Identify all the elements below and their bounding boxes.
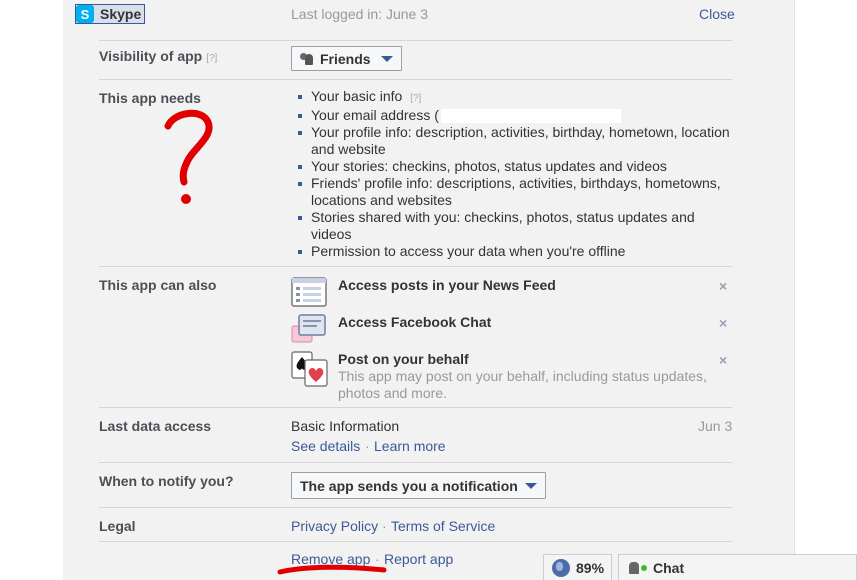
notify-label: When to notify you? <box>99 473 234 489</box>
visibility-label: Visibility of app [?] <box>99 48 218 64</box>
list-item: Your email address ( <box>295 107 735 124</box>
chat-label: Chat <box>653 559 685 576</box>
visibility-dropdown[interactable]: Friends <box>291 46 402 71</box>
see-details-link[interactable]: See details <box>291 438 360 454</box>
link-separator: · <box>365 438 370 454</box>
divider <box>99 407 732 408</box>
person-icon <box>629 561 639 574</box>
skype-icon: S <box>76 5 94 23</box>
divider <box>99 40 732 41</box>
chevron-down-icon <box>380 55 393 62</box>
report-app-link[interactable]: Report app <box>384 551 453 567</box>
annotation-underline <box>277 564 387 575</box>
visibility-value: Friends <box>320 50 371 67</box>
learn-more-link[interactable]: Learn more <box>374 438 446 454</box>
panel-divider <box>794 0 795 580</box>
last-data-access-date: Jun 3 <box>698 418 733 434</box>
percent-text: 89% <box>576 559 605 576</box>
app-can-also-label: This app can also <box>99 277 217 293</box>
list-item: Your stories: checkins, photos, status u… <box>295 158 735 175</box>
online-status-icon <box>641 564 647 571</box>
list-item: Friends' profile info: descriptions, act… <box>295 175 735 209</box>
permission-title: Post on your behalf <box>338 351 469 367</box>
terms-of-service-link[interactable]: Terms of Service <box>391 518 495 534</box>
annotation-question-mark <box>164 109 213 204</box>
privacy-policy-link[interactable]: Privacy Policy <box>291 518 378 534</box>
chevron-down-icon <box>524 482 537 489</box>
remove-permission-icon[interactable]: × <box>719 315 727 331</box>
remove-permission-icon[interactable]: × <box>719 278 727 294</box>
list-item: Permission to access your data when you'… <box>295 243 735 260</box>
visibility-help[interactable]: [?] <box>206 53 217 64</box>
playing-cards-icon <box>291 351 328 387</box>
chat-tab[interactable]: Chat <box>618 554 857 580</box>
permission-title: Access Facebook Chat <box>338 314 492 330</box>
notify-dropdown[interactable]: The app sends you a notification <box>291 472 546 499</box>
basic-info-help[interactable]: [?] <box>410 93 421 104</box>
permission-news-feed: Access posts in your News Feed × <box>291 277 741 309</box>
permission-title: Access posts in your News Feed <box>338 277 556 293</box>
permission-chat: Access Facebook Chat × <box>291 314 741 348</box>
close-link[interactable]: Close <box>699 6 735 22</box>
last-login-text: Last logged in: June 3 <box>291 6 428 22</box>
last-data-access-value: Basic Information <box>291 418 400 434</box>
list-item: Your profile info: description, activiti… <box>295 124 735 158</box>
list-item: Stories shared with you: checkins, photo… <box>295 209 735 243</box>
permissions-list: Your basic info [?] Your email address (… <box>295 88 735 260</box>
notify-value: The app sends you a notification <box>300 477 518 494</box>
app-name: Skype <box>100 6 142 22</box>
news-feed-icon <box>291 277 327 307</box>
divider <box>99 266 732 267</box>
permission-post: Post on your behalf This app may post on… <box>291 351 741 401</box>
last-data-access-label: Last data access <box>99 418 212 434</box>
divider <box>99 79 732 80</box>
app-needs-label: This app needs <box>99 90 201 106</box>
globe-icon <box>552 558 570 577</box>
app-title-badge[interactable]: S Skype <box>75 4 146 24</box>
divider <box>99 507 732 508</box>
remove-permission-icon[interactable]: × <box>719 352 727 368</box>
link-separator: · <box>382 518 387 534</box>
redacted-email <box>440 109 621 124</box>
notification-percent-tab[interactable]: 89% <box>543 554 612 580</box>
permission-description: This app may post on your behalf, includ… <box>338 368 707 401</box>
list-item: Your basic info [?] <box>295 88 735 107</box>
divider <box>99 462 732 463</box>
chat-bubbles-icon <box>291 314 326 343</box>
legal-label: Legal <box>99 518 136 534</box>
friends-icon <box>300 52 315 65</box>
divider <box>99 541 732 542</box>
